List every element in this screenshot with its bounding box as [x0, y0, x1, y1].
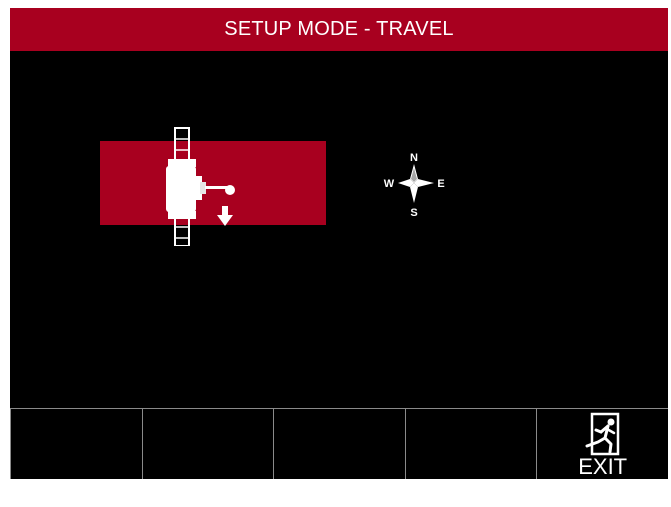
exit-button[interactable]: EXIT	[537, 408, 668, 479]
compass-west-label: W	[384, 178, 395, 190]
softkey-1[interactable]	[10, 408, 143, 479]
compass-rose-icon: N S W E	[384, 152, 445, 219]
softkey-4[interactable]	[405, 408, 538, 479]
compass-south-label: S	[410, 207, 417, 219]
page-title: SETUP MODE - TRAVEL	[224, 18, 454, 40]
softkey-3[interactable]	[274, 408, 406, 479]
compass-north-label: N	[410, 152, 418, 164]
setup-screen: SETUP MODE - TRAVEL N S W E EXIT	[10, 8, 668, 479]
exit-label: EXIT	[578, 454, 628, 479]
softkey-2[interactable]	[142, 408, 275, 479]
title-bar: SETUP MODE - TRAVEL	[10, 8, 668, 51]
softkey-bar: EXIT	[10, 408, 668, 479]
exit-running-man-icon	[585, 412, 620, 456]
compass-east-label: E	[437, 178, 444, 190]
machine-travel-down-icon	[166, 127, 235, 246]
